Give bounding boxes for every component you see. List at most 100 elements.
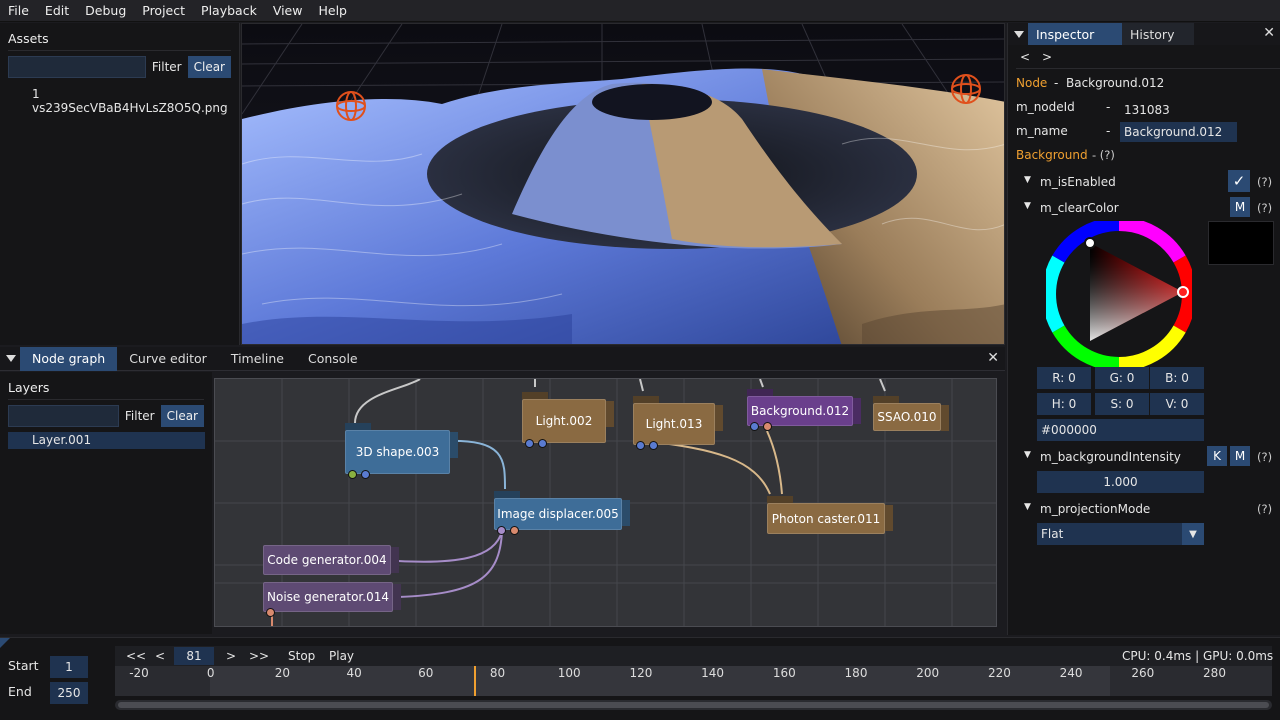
- node-graph-canvas[interactable]: 3D shape.003 Light.002 Light.013 Backgro…: [214, 378, 997, 627]
- first-frame-button[interactable]: <<: [126, 649, 146, 663]
- ruler-tick-label: 60: [418, 666, 434, 680]
- play-button[interactable]: Play: [329, 649, 354, 663]
- timeline-ruler[interactable]: -20 0 20 40 60 80 100 120 140 160 180 200 220 240 260 2…: [115, 666, 1272, 696]
- assets-filter-label: Filter: [151, 60, 182, 74]
- tab-console[interactable]: Console: [296, 347, 370, 371]
- help-icon[interactable]: (?): [1257, 502, 1272, 516]
- ruler-tick-label: 100: [557, 666, 581, 680]
- collapse-icon[interactable]: [1014, 30, 1024, 38]
- node-pin[interactable]: [525, 439, 534, 448]
- node-header: [873, 396, 899, 403]
- s-value[interactable]: S: 0: [1095, 393, 1149, 415]
- menu-file[interactable]: File: [0, 3, 37, 18]
- node-header: [522, 392, 548, 399]
- node-pin[interactable]: [348, 470, 357, 479]
- node-3d-shape[interactable]: 3D shape.003: [345, 423, 458, 479]
- end-input[interactable]: 250: [50, 682, 88, 704]
- expand-icon[interactable]: ▼: [1024, 502, 1031, 512]
- layer-item[interactable]: Layer.001: [8, 432, 205, 449]
- ruler-tick-label: 200: [916, 666, 940, 680]
- expand-icon[interactable]: ▼: [1024, 175, 1031, 185]
- close-icon[interactable]: ✕: [987, 350, 999, 366]
- 3d-viewport[interactable]: [241, 23, 1005, 345]
- name-input[interactable]: Background.012: [1120, 122, 1237, 142]
- projection-mode-select[interactable]: Flat ▼: [1037, 523, 1204, 545]
- layers-filter-input[interactable]: [8, 405, 119, 427]
- tab-curve-editor[interactable]: Curve editor: [117, 347, 219, 371]
- help-icon[interactable]: (?): [1257, 201, 1272, 215]
- node-light-002[interactable]: Light.002: [522, 392, 614, 448]
- menu-project[interactable]: Project: [134, 3, 193, 18]
- prev-frame-button[interactable]: <: [155, 649, 165, 663]
- node-image-displacer[interactable]: Image displacer.005: [494, 491, 630, 535]
- playhead[interactable]: [474, 666, 477, 696]
- color-wheel[interactable]: [1046, 221, 1192, 367]
- color-swatch[interactable]: [1208, 221, 1274, 265]
- r-value[interactable]: R: 0: [1037, 367, 1091, 389]
- nav-back-button[interactable]: <: [1020, 50, 1030, 64]
- dropdown-arrow-icon[interactable]: ▼: [1182, 523, 1204, 545]
- layers-clear-button[interactable]: Clear: [160, 405, 204, 427]
- close-icon[interactable]: ✕: [1263, 25, 1275, 41]
- expand-icon[interactable]: ▼: [1024, 201, 1031, 211]
- timeline-scrollbar[interactable]: [115, 700, 1272, 710]
- menu-bar: File Edit Debug Project Playback View He…: [0, 0, 1280, 22]
- section-background: Background: [1016, 148, 1088, 162]
- menu-help[interactable]: Help: [310, 3, 355, 18]
- start-input[interactable]: 1: [50, 656, 88, 678]
- m-button[interactable]: M: [1230, 197, 1250, 217]
- last-frame-button[interactable]: >>: [249, 649, 269, 663]
- scrollbar-thumb[interactable]: [118, 702, 1269, 708]
- collapse-icon[interactable]: [6, 355, 16, 362]
- assets-filter-input[interactable]: [8, 56, 146, 78]
- node-pin[interactable]: [510, 526, 519, 535]
- tab-node-graph[interactable]: Node graph: [20, 346, 118, 371]
- stop-button[interactable]: Stop: [288, 649, 315, 663]
- next-frame-button[interactable]: >: [226, 649, 236, 663]
- frame-input[interactable]: 81: [174, 647, 214, 665]
- b-value[interactable]: B: 0: [1150, 367, 1204, 389]
- menu-edit[interactable]: Edit: [37, 3, 77, 18]
- node-pin[interactable]: [750, 422, 759, 431]
- g-value[interactable]: G: 0: [1095, 367, 1149, 389]
- is-enabled-checkbox[interactable]: ✓: [1228, 170, 1250, 192]
- node-ssao[interactable]: SSAO.010: [873, 396, 949, 431]
- k-button[interactable]: K: [1207, 446, 1227, 466]
- nav-forward-button[interactable]: >: [1042, 50, 1052, 64]
- expand-icon[interactable]: ▼: [1024, 450, 1031, 460]
- help-icon[interactable]: (?): [1257, 450, 1272, 464]
- tab-inspector[interactable]: Inspector: [1028, 23, 1122, 45]
- tab-timeline[interactable]: Timeline: [219, 347, 296, 371]
- node-pin[interactable]: [636, 441, 645, 450]
- node-background[interactable]: Background.012: [747, 389, 861, 431]
- perf-readout: CPU: 0.4ms | GPU: 0.0ms: [1122, 649, 1274, 663]
- v-value[interactable]: V: 0: [1150, 393, 1204, 415]
- node-pin[interactable]: [763, 422, 772, 431]
- node-pin[interactable]: [649, 441, 658, 450]
- value-handle: [1084, 237, 1096, 249]
- m-button[interactable]: M: [1230, 446, 1250, 466]
- assets-panel: Assets Filter Clear 1 vs239SecVBaB4HvLsZ…: [0, 23, 240, 345]
- asset-item[interactable]: 1 vs239SecVBaB4HvLsZ8O5Q.png: [0, 79, 239, 115]
- h-value[interactable]: H: 0: [1037, 393, 1091, 415]
- menu-debug[interactable]: Debug: [77, 3, 134, 18]
- node-pin[interactable]: [361, 470, 370, 479]
- node-photon-caster[interactable]: Photon caster.011: [767, 496, 893, 534]
- tab-history[interactable]: History: [1122, 23, 1194, 45]
- node-light-013[interactable]: Light.013: [633, 396, 723, 450]
- node-header: [747, 389, 773, 396]
- node-pin[interactable]: [266, 608, 275, 617]
- divider: [8, 50, 231, 51]
- help-icon[interactable]: (?): [1257, 175, 1272, 189]
- node-noise-generator[interactable]: Noise generator.014: [263, 582, 401, 617]
- node-output-box: [622, 500, 630, 526]
- menu-playback[interactable]: Playback: [193, 3, 265, 18]
- node-pin[interactable]: [497, 526, 506, 535]
- node-pin[interactable]: [538, 439, 547, 448]
- section-help[interactable]: - (?): [1092, 148, 1115, 162]
- bg-intensity-input[interactable]: 1.000: [1037, 471, 1204, 493]
- assets-clear-button[interactable]: Clear: [187, 56, 231, 78]
- hex-input[interactable]: #000000: [1037, 419, 1204, 441]
- menu-view[interactable]: View: [265, 3, 311, 18]
- node-code-generator[interactable]: Code generator.004: [263, 545, 399, 575]
